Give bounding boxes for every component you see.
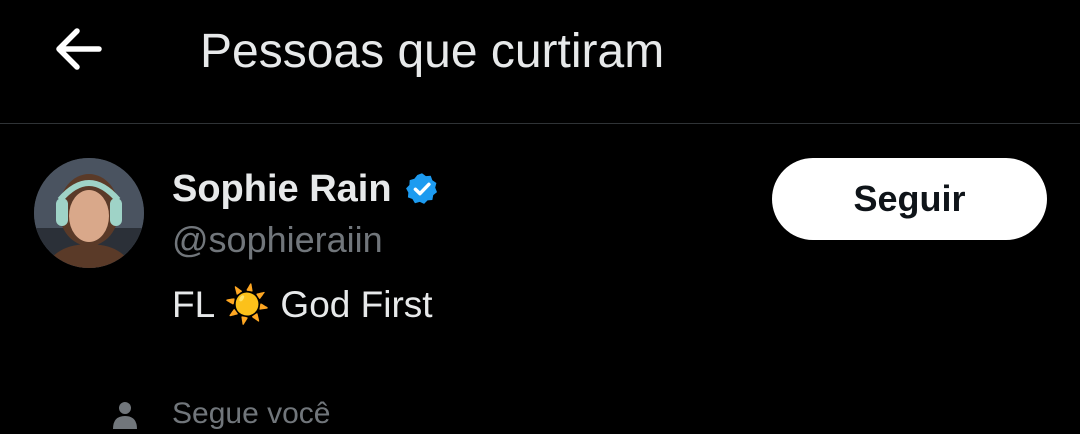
- name-line: Sophie Rain: [172, 166, 440, 212]
- page-title: Pessoas que curtiram: [200, 25, 665, 78]
- avatar-image: [34, 158, 144, 268]
- user-list-item[interactable]: Sophie Rain @sophieraiin FL ☀️ God First…: [0, 124, 1080, 430]
- user-handle: @sophieraiin: [172, 219, 383, 260]
- display-name[interactable]: Sophie Rain: [172, 166, 392, 212]
- verified-badge-icon: [405, 173, 437, 204]
- arrow-left-icon: [56, 28, 102, 70]
- follows-you-label: Segue você: [172, 397, 331, 430]
- follows-you-indicator: Segue você: [110, 394, 330, 434]
- avatar[interactable]: [34, 158, 144, 268]
- follow-button[interactable]: Seguir: [772, 158, 1047, 240]
- user-bio: FL ☀️ God First: [172, 284, 433, 325]
- person-icon: [113, 402, 137, 429]
- top-app-bar: Pessoas que curtiram: [0, 0, 1080, 124]
- back-button[interactable]: [40, 14, 116, 84]
